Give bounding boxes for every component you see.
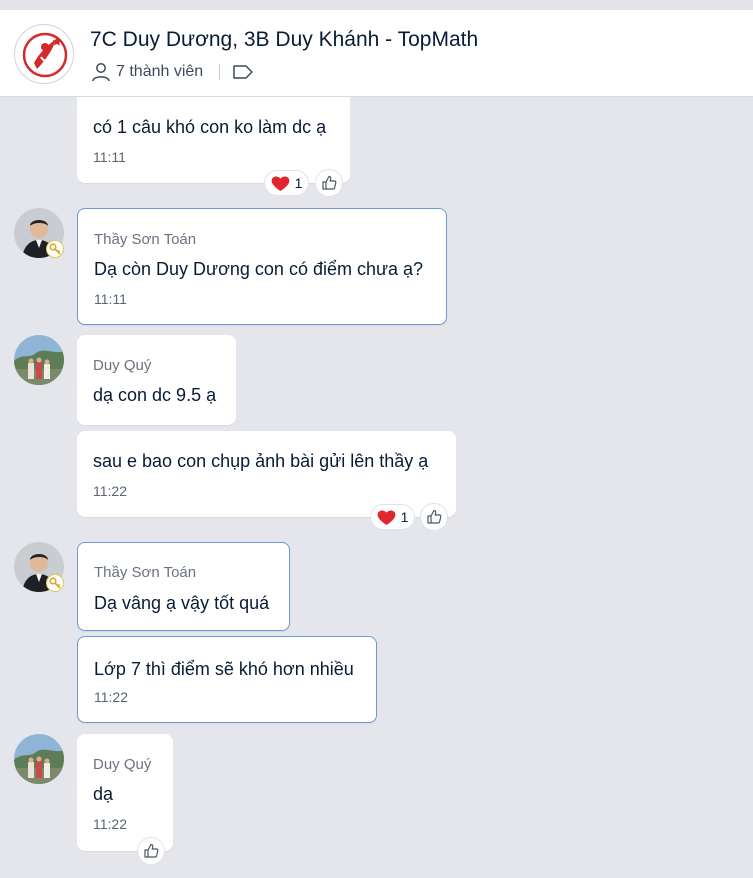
message-text: Dạ còn Duy Dương con có điểm chưa ạ? — [94, 259, 424, 279]
message-time: 11:22 — [93, 816, 127, 832]
like-button[interactable] — [420, 503, 448, 531]
like-button[interactable] — [315, 169, 343, 197]
member-info[interactable]: 7 thành viên — [90, 61, 254, 83]
message-text: có 1 câu khó con ko làm dc ạ — [93, 117, 327, 137]
admin-key-badge — [46, 574, 64, 592]
admin-key-badge — [46, 240, 64, 258]
thumbs-up-icon — [427, 509, 442, 524]
key-icon — [49, 577, 61, 589]
message-bubble[interactable]: Duy Quý dạ con dc 9.5 ạ — [77, 335, 236, 425]
message-bubble[interactable]: Lớp 7 thì điểm sẽ khó hơn nhiều 11:22 — [77, 636, 377, 723]
chat-header: 7C Duy Dương, 3B Duy Khánh - TopMath 7 t… — [0, 10, 753, 97]
thumbs-up-icon — [144, 843, 159, 858]
duy-quy-photo — [14, 734, 64, 784]
message-text: dạ — [93, 784, 114, 804]
duy-quy-photo — [14, 335, 64, 385]
heart-icon — [271, 175, 289, 191]
group-logo-icon — [22, 32, 68, 78]
reaction-count: 1 — [400, 509, 409, 525]
heart-icon — [377, 509, 395, 525]
reaction-badge[interactable]: 1 — [370, 504, 415, 530]
message-bubble[interactable]: Duy Quý dạ 11:22 — [77, 734, 173, 851]
member-count: 7 thành viên — [116, 63, 204, 80]
message-text: dạ con dc 9.5 ạ — [93, 385, 217, 405]
reaction-count: 1 — [294, 175, 303, 191]
tag-icon[interactable] — [232, 63, 254, 81]
sender-name: Duy Quý — [93, 357, 152, 374]
top-strip — [0, 0, 753, 10]
message-time: 11:22 — [93, 483, 127, 499]
message-text: sau e bao con chụp ảnh bài gửi lên thầy … — [93, 451, 429, 471]
message-bubble[interactable]: có 1 câu khó con ko làm dc ạ 11:11 — [77, 97, 350, 183]
thumbs-up-icon — [322, 175, 337, 190]
message-text: Dạ vâng ạ vậy tốt quá — [94, 593, 270, 613]
sender-name: Thầy Sơn Toán — [94, 564, 197, 581]
message-bubble[interactable]: Thầy Sơn Toán Dạ vâng ạ vậy tốt quá — [77, 542, 290, 631]
message-time: 11:11 — [94, 291, 127, 307]
message-time: 11:22 — [94, 689, 128, 705]
sender-name: Duy Quý — [93, 756, 152, 773]
message-bubble[interactable]: Thầy Sơn Toán Dạ còn Duy Dương con có đi… — [77, 208, 447, 325]
key-icon — [49, 243, 61, 255]
group-title[interactable]: 7C Duy Dương, 3B Duy Khánh - TopMath — [90, 28, 478, 52]
person-icon — [92, 63, 110, 82]
avatar-duy-quy[interactable] — [14, 734, 64, 784]
reaction-badge[interactable]: 1 — [264, 170, 309, 196]
avatar-duy-quy[interactable] — [14, 335, 64, 385]
message-time: 11:11 — [93, 149, 126, 165]
message-text: Lớp 7 thì điểm sẽ khó hơn nhiều — [94, 659, 354, 679]
like-button[interactable] — [137, 837, 165, 865]
divider — [219, 64, 221, 80]
sender-name: Thầy Sơn Toán — [94, 231, 197, 248]
group-avatar[interactable] — [14, 24, 74, 84]
